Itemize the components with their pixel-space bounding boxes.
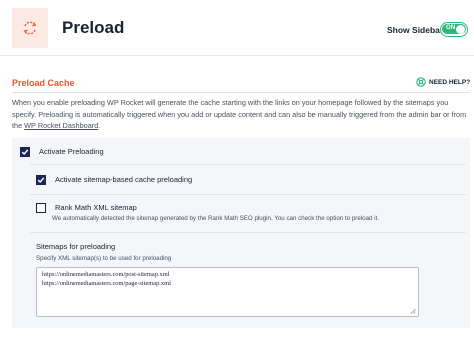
section-description: When you enable preloading WP Rocket wil… — [12, 97, 467, 132]
refresh-cycle-icon — [23, 21, 37, 35]
toggle-track: ON — [442, 24, 466, 34]
section-divider — [12, 92, 470, 93]
rank-math-label: Rank Math XML sitemap — [55, 203, 137, 212]
sitemap-preloading-checkbox[interactable] — [36, 175, 46, 185]
sitemaps-textarea[interactable]: https://onlinemediamasters.com/post-site… — [36, 267, 419, 317]
show-sidebar-toggle[interactable]: ON — [440, 22, 468, 37]
option-divider — [30, 194, 466, 195]
sitemaps-textarea-value: https://onlinemediamasters.com/post-site… — [42, 271, 171, 287]
resize-grip-icon[interactable] — [410, 308, 416, 314]
sitemaps-hint: Specify XML sitemap(s) to be used for pr… — [36, 255, 172, 262]
sitemap-preloading-option[interactable]: Activate sitemap-based cache preloading — [36, 175, 192, 185]
activate-preloading-label: Activate Preloading — [39, 147, 104, 156]
page-header: Preload Show Sidebar ON — [0, 0, 474, 56]
show-sidebar-label: Show Sidebar — [387, 25, 444, 35]
sitemaps-title: Sitemaps for preloading — [36, 242, 116, 251]
sitemap-preloading-label: Activate sitemap-based cache preloading — [55, 175, 193, 184]
toggle-knob — [456, 25, 465, 34]
preload-section-icon-box — [12, 8, 48, 48]
need-help-label: NEED HELP? — [429, 78, 471, 86]
rank-math-option[interactable]: Rank Math XML sitemap — [36, 203, 137, 213]
activate-preloading-option[interactable]: Activate Preloading — [20, 147, 104, 157]
help-circle-icon — [416, 77, 426, 87]
section-title: Preload Cache — [12, 78, 75, 88]
option-divider — [30, 232, 466, 233]
page-title: Preload — [62, 18, 125, 37]
description-end: . — [98, 121, 101, 130]
need-help-link[interactable]: NEED HELP? — [416, 77, 470, 87]
wp-rocket-dashboard-link[interactable]: WP Rocket Dashboard — [24, 121, 98, 130]
activate-preloading-checkbox[interactable] — [20, 147, 30, 157]
toggle-state-label: ON — [446, 25, 456, 31]
checkmark-icon — [21, 149, 29, 156]
rank-math-description: We automatically detected the sitemap ge… — [52, 215, 379, 222]
checkmark-icon — [37, 177, 45, 184]
rank-math-checkbox[interactable] — [36, 203, 46, 213]
